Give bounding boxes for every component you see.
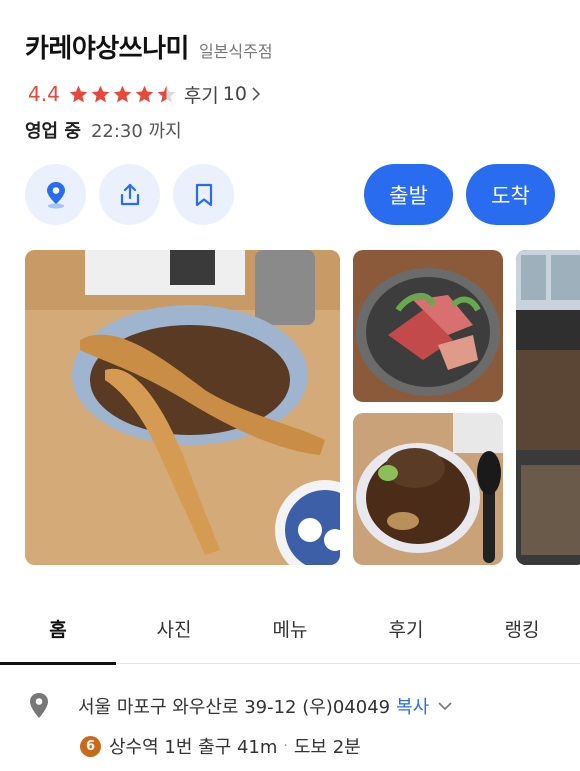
bookmark-icon: [195, 183, 212, 206]
rating-row: 4.4 후기 10: [28, 80, 261, 108]
address-row: 서울 마포구 와우산로 39-12 (우)04049 복사: [28, 690, 453, 722]
depart-button[interactable]: 출발: [364, 164, 453, 225]
star-icon: [135, 85, 154, 102]
photo-sashimi[interactable]: [353, 250, 503, 402]
share-icon: [120, 183, 139, 205]
photo-exterior[interactable]: [516, 250, 580, 565]
station-info: 상수역 1번 출구 41m: [109, 737, 278, 758]
half-star-icon: [157, 85, 176, 102]
tab-ranking[interactable]: 랭킹: [464, 597, 580, 659]
star-rating: [68, 84, 178, 105]
hours-row: 영업 중 22:30 까지: [25, 116, 182, 144]
sashimi-photo: [353, 250, 503, 402]
tab-home[interactable]: 홈: [0, 597, 116, 659]
location-pin-icon: [46, 181, 65, 208]
review-count: 10: [222, 83, 247, 105]
close-time: 22:30 까지: [90, 121, 182, 142]
subway-line-badge: 6: [80, 735, 101, 757]
active-tab-indicator: [0, 662, 116, 665]
rating-score: 4.4: [28, 82, 60, 106]
curry-photo: [353, 413, 503, 565]
tab-bar: 홈 사진 메뉴 후기 랭킹: [0, 597, 580, 664]
share-button[interactable]: [99, 164, 160, 225]
tab-photos[interactable]: 사진: [116, 597, 232, 659]
subway-row: 6 상수역 1번 출구 41m · 도보 2분: [80, 732, 361, 760]
location-button[interactable]: [25, 164, 86, 225]
review-link[interactable]: 후기 10: [184, 81, 261, 108]
separator-dot: ·: [283, 738, 288, 754]
arrive-button[interactable]: 도착: [466, 164, 555, 225]
star-icon: [69, 85, 88, 102]
place-header: 카레야상쓰나미 일본식주점: [25, 28, 273, 65]
bookmark-button[interactable]: [173, 164, 234, 225]
photo-main[interactable]: [25, 250, 340, 565]
location-marker-icon: [30, 693, 48, 718]
copy-address-button[interactable]: 복사: [396, 693, 429, 719]
storefront-photo: [516, 250, 580, 565]
star-icon: [91, 85, 110, 102]
walk-time: 도보 2분: [293, 737, 361, 758]
photo-curry[interactable]: [353, 413, 503, 565]
address-text: 서울 마포구 와우산로 39-12 (우)04049: [78, 697, 391, 718]
chevron-down-icon[interactable]: [437, 701, 453, 711]
star-icon: [113, 85, 132, 102]
chevron-right-icon: [252, 87, 261, 101]
tab-reviews[interactable]: 후기: [348, 597, 464, 659]
review-label: 후기: [183, 84, 219, 107]
open-status: 영업 중: [25, 121, 81, 142]
place-name: 카레야상쓰나미: [25, 34, 189, 64]
tab-menu[interactable]: 메뉴: [232, 597, 348, 659]
place-category: 일본식주점: [198, 42, 273, 61]
fried-shrimp-photo: [25, 250, 340, 565]
